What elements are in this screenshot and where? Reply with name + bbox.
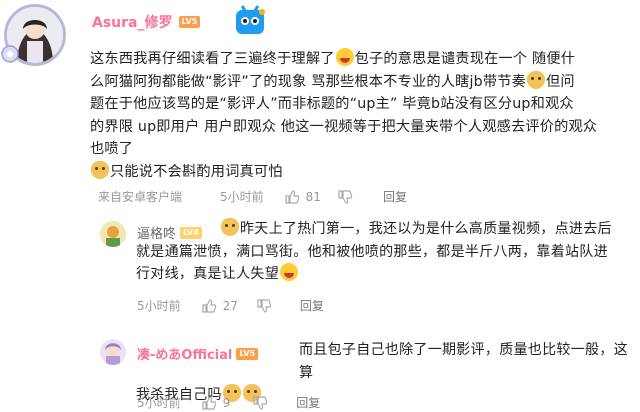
laugh-emoji-icon: [280, 263, 298, 281]
thumbs-up-icon: [285, 189, 299, 204]
reply-text: 而且包子自己也除了一期影评，质量也比较一般，这算: [299, 342, 628, 381]
like-count: 9: [222, 395, 231, 410]
dog-emoji-icon: [91, 160, 109, 179]
dislike-button[interactable]: [252, 395, 268, 411]
like-count: 27: [222, 298, 238, 313]
comment-meta: 来自安卓客户端 5小时前 81 回复: [98, 188, 407, 205]
reply-text: 昨天上了热门第一，我还以为是什么高质量视频，点进去后: [240, 221, 612, 237]
reply-text: 就是通篇泄愤，满口骂街。他和被他喷的那些，都是半斤八两，靠着站队进: [136, 243, 608, 260]
reply-text: 行对线，真是让人失望: [136, 266, 279, 282]
reply-meta: 5小时前 9 回复: [137, 394, 320, 411]
reply-avatar[interactable]: [100, 339, 126, 365]
username[interactable]: Asura_修罗: [92, 12, 173, 32]
comment-text: 题在于他应该骂的是“影评人”而非标题的“up主” 毕竟b站没有区分up和观众: [90, 96, 574, 112]
comment-text: 包子的意思是谴责现在一个 随便什: [354, 51, 576, 67]
thumbs-up-icon: [202, 395, 216, 410]
comment-text: 但问: [546, 73, 575, 90]
dislike-button[interactable]: [256, 298, 272, 314]
avatar-image: [100, 339, 126, 365]
thumbs-down-icon: [253, 395, 268, 410]
reply-avatar[interactable]: [100, 221, 126, 247]
like-button[interactable]: 27: [201, 298, 238, 314]
reply-button[interactable]: 回复: [383, 188, 407, 205]
comment-text: 的界限 up即用户 用户即观众 他这一视频等于把大量夹带个人观感去评价的观众: [90, 118, 598, 135]
reply-meta: 5小时前 27 回复: [137, 297, 324, 314]
comment-text: 只能说不会斟酌用词真可怕: [110, 163, 283, 180]
dislike-button[interactable]: [337, 189, 353, 205]
comment-body: 这东西我再仔细读看了三遍终于理解了 包子的意思是谴责现在一个 随便什 么阿猫阿狗都…: [90, 48, 636, 183]
thumbs-down-icon: [257, 298, 272, 313]
fan-badge-icon: [232, 4, 268, 44]
reply-body: 昨天上了热门第一，我还以为是什么高质量视频，点进去后 就是通篇泄愤，满口骂街。他…: [136, 218, 636, 286]
thumbs-down-icon: [338, 189, 353, 204]
like-button[interactable]: 81: [284, 189, 321, 205]
comment-text: 也喷了: [90, 141, 134, 157]
like-count: 81: [305, 189, 321, 204]
like-button[interactable]: 9: [201, 395, 231, 411]
laugh-emoji-icon: [335, 48, 354, 66]
avatar-pendant-icon: [0, 44, 20, 64]
comment-text: 这东西我再仔细读看了三遍终于理解了: [90, 51, 335, 67]
source-label: 来自安卓客户端: [98, 190, 183, 204]
comment-header: Asura_修罗 LV5: [92, 12, 201, 32]
timestamp: 5小时前: [220, 190, 264, 204]
comment-text: 么阿猫阿狗都能做“影评”了的现象 骂那些根本不专业的人瞎jb带节奏: [90, 73, 527, 90]
reply-button[interactable]: 回复: [300, 297, 324, 314]
dog-emoji-icon: [221, 218, 239, 236]
reply-button[interactable]: 回复: [296, 394, 320, 411]
dog-emoji-icon: [527, 70, 546, 89]
thumbs-up-icon: [202, 298, 216, 313]
avatar-image: [100, 221, 126, 247]
timestamp: 5小时前: [137, 396, 181, 410]
level-badge: LV5: [178, 16, 201, 28]
timestamp: 5小时前: [137, 299, 181, 313]
